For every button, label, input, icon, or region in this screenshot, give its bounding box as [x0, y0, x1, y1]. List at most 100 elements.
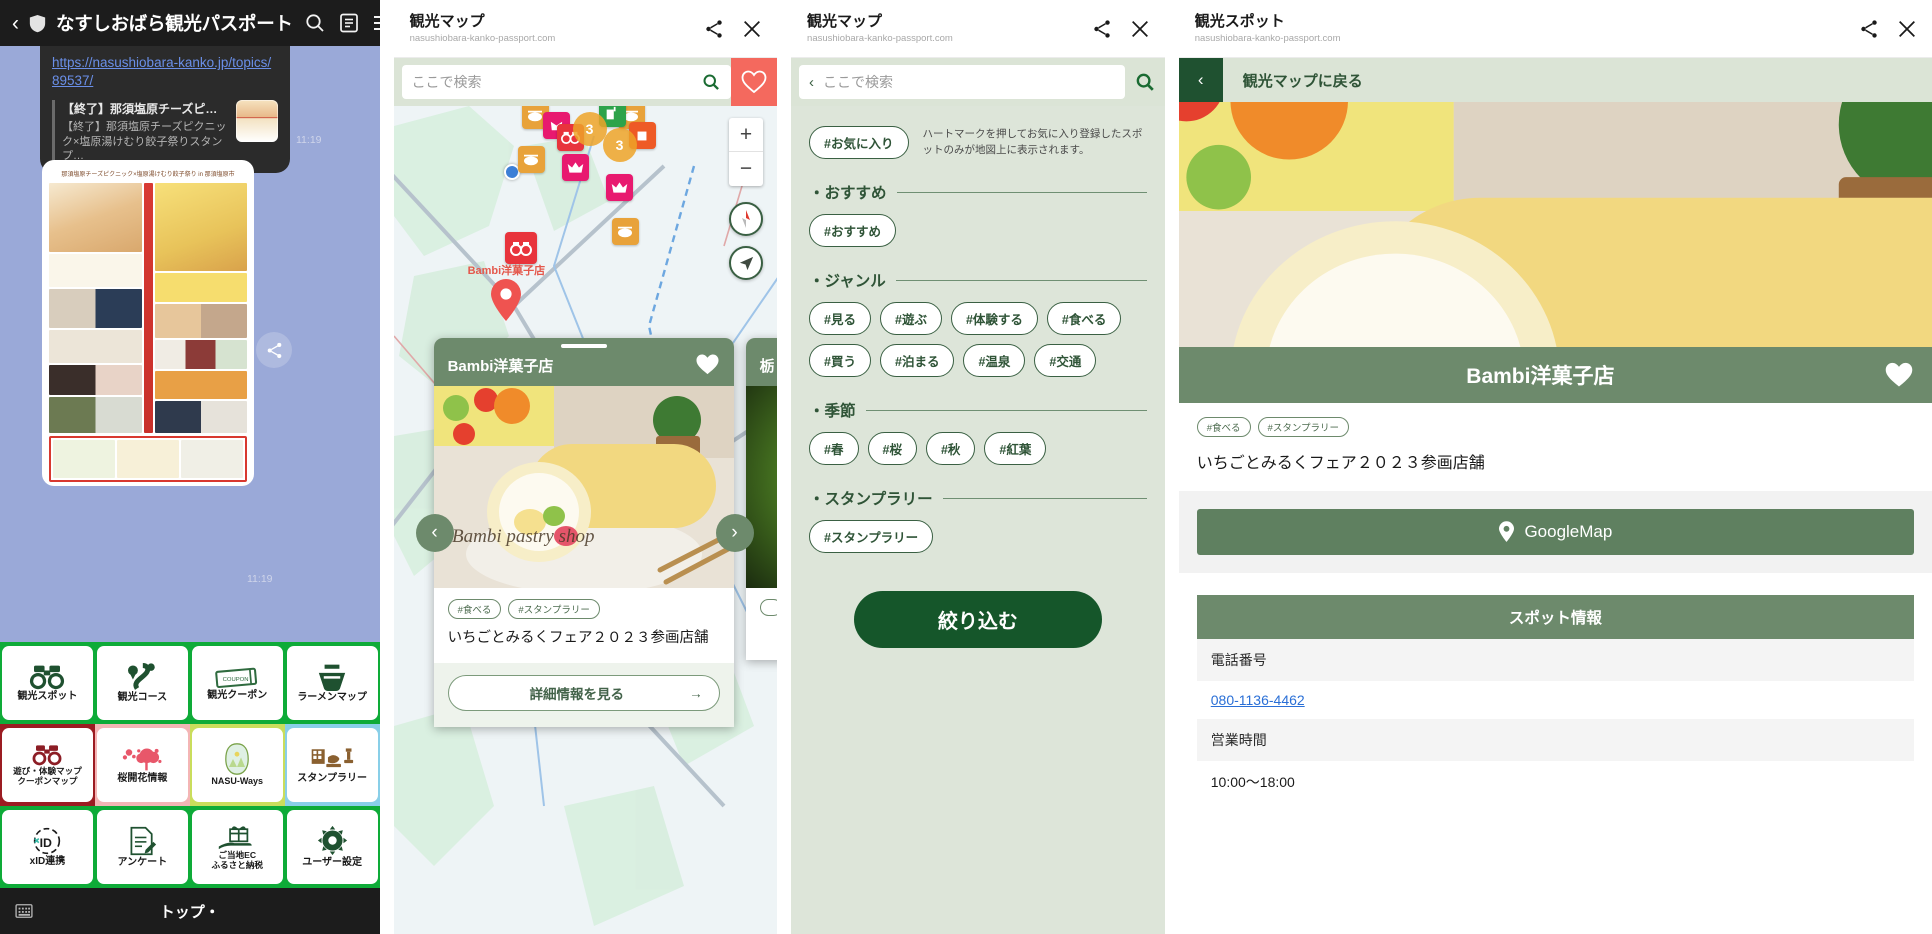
close-icon[interactable] [741, 18, 763, 40]
heart-filled-icon[interactable] [1884, 361, 1914, 389]
compass-icon[interactable] [729, 202, 764, 236]
spot-card[interactable]: Bambi洋菓子店 Bambi pastry shop #食べる #スタンプラリ… [433, 338, 734, 728]
share-icon[interactable] [1091, 18, 1113, 40]
zoom-out-button[interactable]: − [729, 152, 763, 186]
filter-pill-favorite[interactable]: #お気に入り [809, 126, 909, 159]
rich-menu-item-survey[interactable]: アンケート [95, 806, 190, 888]
close-icon[interactable] [1896, 18, 1918, 40]
map-search-bar: ここで検索 [393, 58, 778, 106]
drag-handle[interactable] [560, 344, 607, 348]
rich-menu-item-asobi-taiken[interactable]: 遊び・体験マップ クーポンマップ [0, 724, 95, 806]
section-rule [865, 409, 1147, 411]
back-to-map-bar[interactable]: ‹ 観光マップに戻る [1178, 58, 1932, 102]
rich-menu-item-kanko-spot[interactable]: 観光スポット [0, 642, 95, 724]
map-poi-marker[interactable] [611, 218, 639, 245]
filter-pill[interactable]: #遊ぶ [880, 302, 942, 335]
search-icon[interactable] [701, 72, 721, 92]
search-placeholder: ここで検索 [411, 74, 482, 90]
filter-pill[interactable]: #紅葉 [984, 432, 1047, 465]
search-input[interactable]: ‹ ここで検索 [799, 65, 1125, 99]
carousel-next-button[interactable]: › [715, 514, 754, 552]
hamburger-menu-icon[interactable] [371, 11, 380, 35]
search-icon[interactable] [1133, 71, 1157, 93]
map-poi-marker[interactable] [561, 154, 589, 181]
favorite-filter-button[interactable] [731, 58, 778, 106]
map-cluster-marker[interactable]: 3 [572, 112, 607, 146]
filter-pill[interactable]: #秋 [925, 432, 976, 465]
spot-card-header: Bambi洋菓子店 [433, 338, 734, 386]
share-icon[interactable] [703, 18, 725, 40]
filter-pill[interactable]: #交通 [1034, 344, 1097, 377]
filter-pill[interactable]: #桜 [867, 432, 917, 465]
filter-pill[interactable]: #体験する [950, 302, 1038, 335]
gmap-section: GoogleMap [1178, 491, 1932, 573]
filter-panel: 観光マップ nasushiobara-kanko-passport.com ‹ … [791, 0, 1165, 934]
close-icon[interactable] [1129, 18, 1151, 40]
map-canvas[interactable]: 3 3 Bambi洋菓子店 + − 栃 Bambi洋菓子店 Bambi past… [393, 106, 778, 934]
map-zoom-controls[interactable]: + − [729, 118, 764, 186]
filter-pill[interactable]: #おすすめ [809, 214, 896, 247]
filter-pill[interactable]: #見る [809, 302, 871, 335]
list-icon[interactable] [337, 11, 361, 35]
back-icon[interactable]: ‹ [809, 74, 814, 91]
spot-card-title: いちごとみるくフェア２０２３参画店舗 [447, 630, 709, 646]
locate-arrow-icon[interactable] [729, 246, 764, 280]
tag[interactable] [759, 599, 778, 616]
filter-pill[interactable]: #泊まる [880, 344, 955, 377]
google-map-button[interactable]: GoogleMap [1196, 509, 1915, 555]
heart-filled-icon[interactable] [695, 353, 720, 376]
tag-taberu[interactable]: #食べる [447, 599, 502, 619]
spot-card-name: Bambi洋菓子店 [447, 358, 554, 375]
tag-stamp-rally[interactable]: #スタンプラリー [508, 599, 600, 619]
apply-filter-button[interactable]: 絞り込む [853, 591, 1102, 648]
tag-row [759, 599, 778, 616]
back-icon[interactable]: ‹ [12, 13, 19, 34]
rich-menu-item-kanko-course[interactable]: 観光コース [95, 642, 190, 724]
page-title: 観光スポット [1194, 13, 1285, 31]
rich-menu-item-nasu-ways[interactable]: NASU-Ways [189, 724, 285, 806]
carousel-prev-button[interactable]: ‹ [415, 514, 454, 552]
poster-image-message[interactable]: 那須塩原チーズピクニック×塩原湯けむり餃子祭り in 那須塩原市 [42, 160, 254, 486]
search-icon[interactable] [303, 11, 327, 35]
rich-menu-item-user-settings[interactable]: ユーザー設定 [285, 806, 380, 888]
map-poi-marker[interactable] [605, 174, 633, 201]
poster-heading: 那須塩原チーズピクニック×塩原湯けむり餃子祭り in 那須塩原市 [61, 172, 235, 178]
rich-menu-item-furusato[interactable]: ご当地EC ふるさと納税 [190, 806, 285, 888]
rich-menu-item-stamp-rally[interactable]: スタンプラリー [284, 724, 380, 806]
tag-taberu[interactable]: #食べる [1196, 417, 1251, 437]
map-poi-marker[interactable] [517, 146, 545, 173]
rich-menu-item-sakura[interactable]: 桜開花情報 [94, 724, 190, 806]
spot-card-footer: 詳細情報を見る → [433, 663, 734, 728]
back-icon[interactable]: ‹ [1178, 58, 1223, 102]
rich-menu-item-xid[interactable]: ID xID連携 [0, 806, 95, 888]
zoom-in-button[interactable]: + [729, 118, 764, 152]
filter-pill[interactable]: #食べる [1046, 302, 1122, 335]
section-title: ・ジャンル [809, 273, 886, 290]
search-input[interactable]: ここで検索 [401, 65, 732, 99]
link-preview-card[interactable]: 【終了】那須塩原チーズピクニッ… 【終了】那須塩原チーズピクニック×塩原湯けむり… [52, 100, 278, 164]
phone-link[interactable]: 080-1136-4462 [1211, 692, 1305, 708]
google-map-label: GoogleMap [1524, 522, 1613, 541]
map-cluster-marker[interactable]: 3 [602, 128, 637, 162]
selected-location-pin[interactable] [489, 278, 523, 322]
tag-stamp-rally[interactable]: #スタンプラリー [1257, 417, 1350, 437]
panel-divider [777, 0, 792, 934]
map-poi-marker[interactable] [504, 232, 537, 264]
cluster-count: 3 [615, 137, 624, 153]
filter-pill[interactable]: #スタンプラリー [809, 520, 934, 553]
filter-pill[interactable]: #買う [809, 344, 871, 377]
share-icon[interactable] [256, 332, 292, 368]
filter-pill[interactable]: #温泉 [963, 344, 1026, 377]
rich-menu-item-coupon[interactable]: COUPON 観光クーポン [190, 642, 285, 724]
rich-menu-label: ユーザー設定 [302, 857, 363, 869]
cherry-blossom-icon [123, 748, 162, 771]
spot-card-next[interactable]: 栃 [745, 338, 778, 661]
filter-search-bar: ‹ ここで検索 [791, 58, 1165, 106]
detail-button[interactable]: 詳細情報を見る → [447, 675, 720, 712]
share-icon[interactable] [1858, 18, 1880, 40]
message-url-link[interactable]: https://nasushiobara-kanko.jp/topics/895… [52, 54, 278, 90]
chat-message-bubble[interactable]: https://nasushiobara-kanko.jp/topics/895… [40, 46, 290, 174]
keyboard-icon[interactable] [14, 901, 34, 921]
rich-menu-item-ramen-map[interactable]: ラーメンマップ [285, 642, 380, 724]
filter-pill[interactable]: #春 [809, 432, 859, 465]
